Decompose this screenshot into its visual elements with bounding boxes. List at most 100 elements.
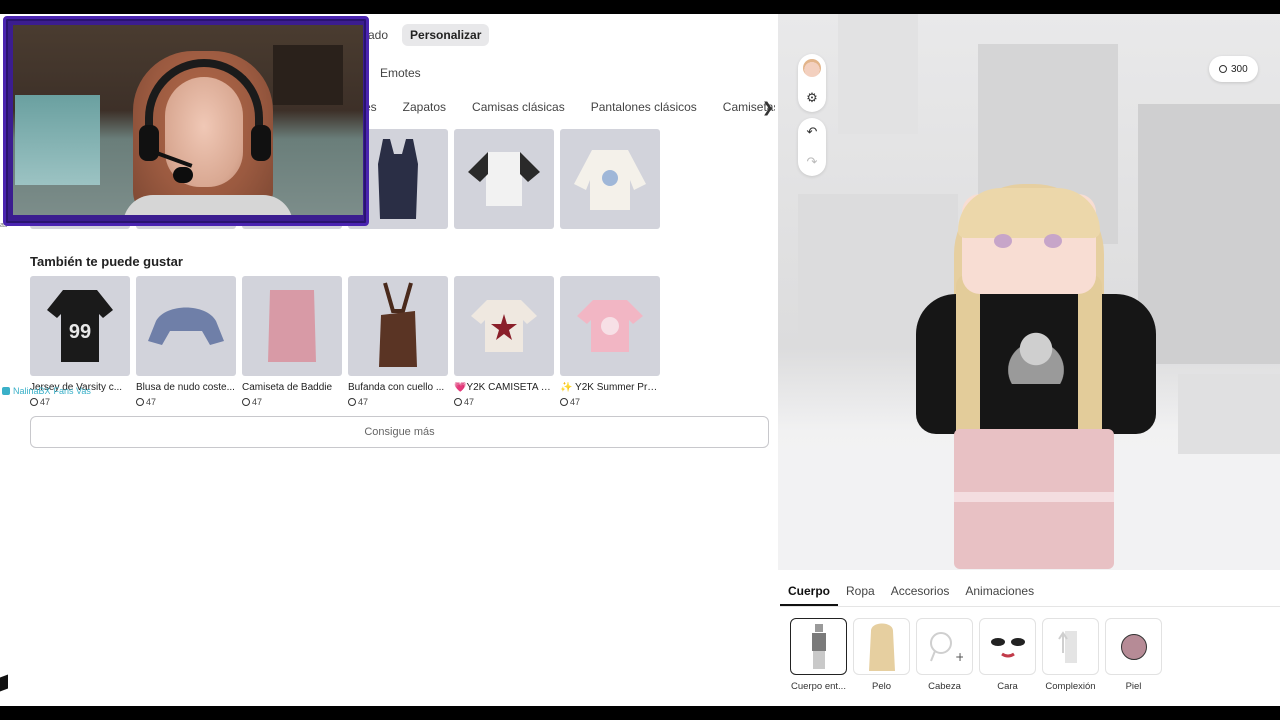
chevron-right-icon[interactable]: ❯ bbox=[762, 99, 774, 116]
item-price: 47 bbox=[30, 397, 130, 407]
hair-icon[interactable] bbox=[853, 618, 910, 675]
body-options-row: Cuerpo ent... Pelo + Cabeza Cara Complex… bbox=[790, 618, 1162, 692]
full-body-icon[interactable] bbox=[790, 618, 847, 675]
headshot-view-button[interactable] bbox=[802, 58, 822, 78]
face-icon[interactable] bbox=[979, 618, 1036, 675]
body-option-label: Complexión bbox=[1045, 681, 1096, 692]
catalog-panel: ado Personalizar s Emotes res Zapatos Ca… bbox=[0, 14, 778, 706]
robux-icon bbox=[1219, 65, 1227, 73]
settings-icon[interactable]: ⚙ bbox=[802, 88, 822, 108]
item-price: 47 bbox=[348, 397, 448, 407]
overlay-icon bbox=[2, 387, 10, 395]
avatar-figure[interactable] bbox=[896, 174, 1176, 570]
item-card: ✨ Y2K Summer Pre... 47 bbox=[560, 276, 660, 407]
body-option-head: + Cabeza bbox=[916, 618, 973, 692]
svg-text:99: 99 bbox=[69, 321, 91, 343]
item-thumbnail[interactable] bbox=[242, 276, 342, 376]
background-window bbox=[15, 95, 100, 185]
item-thumbnail[interactable] bbox=[454, 276, 554, 376]
body-option-label: Piel bbox=[1125, 681, 1142, 692]
item-card: 💗Y2K CAMISETA B... 47 bbox=[454, 276, 554, 407]
webcam-feed bbox=[13, 25, 363, 215]
view-tool-group: ⚙ bbox=[798, 54, 826, 112]
body-option-hair: Pelo bbox=[853, 618, 910, 692]
avatar-hair-lock bbox=[956, 274, 980, 444]
body-option-label: Cara bbox=[997, 681, 1018, 692]
editor-tab-bar: Cuerpo Ropa Accesorios Animaciones bbox=[780, 580, 1280, 607]
item-name[interactable]: Blusa de nudo coste... bbox=[136, 382, 236, 393]
halter-top-icon bbox=[379, 282, 417, 367]
pink-tshirt-icon bbox=[577, 300, 643, 352]
item-name[interactable]: ✨ Y2K Summer Pre... bbox=[560, 382, 660, 393]
item-price: 47 bbox=[242, 397, 342, 407]
item-thumbnail[interactable] bbox=[136, 276, 236, 376]
avatar-eye bbox=[1044, 234, 1062, 248]
body-option-label: Cuerpo ent... bbox=[791, 681, 846, 692]
tab-cuerpo[interactable]: Cuerpo bbox=[780, 580, 838, 606]
knot-blouse-icon bbox=[148, 307, 224, 345]
tab-personalizar[interactable]: Personalizar bbox=[402, 24, 490, 46]
face-thumb-icon bbox=[803, 59, 821, 77]
avatar-preview-panel: ⚙ ↶ ↷ 300 Cuerpo Ropa Accesorios Animaci… bbox=[778, 14, 1280, 706]
category-item[interactable]: Zapatos bbox=[403, 100, 446, 118]
tube-top-icon bbox=[268, 290, 316, 362]
headset-earcup bbox=[139, 125, 159, 161]
item-name[interactable]: Camiseta de Baddie bbox=[242, 382, 342, 393]
body-option-face: Cara bbox=[979, 618, 1036, 692]
item-thumbnail[interactable] bbox=[348, 276, 448, 376]
avatar-pants-stripe bbox=[954, 492, 1114, 502]
robux-icon bbox=[242, 398, 250, 406]
item-thumbnail[interactable]: 99 bbox=[30, 276, 130, 376]
item-name[interactable]: 💗Y2K CAMISETA B... bbox=[454, 382, 554, 393]
item-price: 47 bbox=[136, 397, 236, 407]
robux-balance[interactable]: 300 bbox=[1209, 56, 1258, 82]
microphone-icon bbox=[173, 167, 193, 183]
raglan-shirt-icon bbox=[468, 152, 540, 206]
sweater-icon bbox=[574, 150, 646, 210]
scene-block bbox=[1178, 374, 1280, 454]
robux-icon bbox=[348, 398, 356, 406]
skin-icon[interactable] bbox=[1105, 618, 1162, 675]
item-card: Camiseta de Baddie 47 bbox=[242, 276, 342, 407]
body-option-label: Cabeza bbox=[928, 681, 961, 692]
sub-tab-bar: s Emotes bbox=[360, 66, 421, 80]
item-thumbnail[interactable] bbox=[560, 276, 660, 376]
redo-icon[interactable]: ↷ bbox=[802, 152, 822, 172]
avatar-skull-graphic bbox=[996, 314, 1076, 384]
app-window: ado Personalizar s Emotes res Zapatos Ca… bbox=[0, 14, 1280, 706]
category-item[interactable]: Pantalones clásicos bbox=[591, 100, 697, 118]
avatar-hair-lock bbox=[1078, 274, 1102, 444]
build-icon[interactable] bbox=[1042, 618, 1099, 675]
sub-tab-emotes[interactable]: Emotes bbox=[380, 66, 421, 80]
history-tool-group: ↶ ↷ bbox=[798, 118, 826, 176]
tab-ropa[interactable]: Ropa bbox=[838, 580, 883, 606]
category-row: res Zapatos Camisas clásicas Pantalones … bbox=[360, 100, 775, 118]
body-option-label: Pelo bbox=[871, 681, 891, 692]
avatar-eye bbox=[994, 234, 1012, 248]
body-option-skin: Piel bbox=[1105, 618, 1162, 692]
body-option-build: Complexión bbox=[1042, 618, 1099, 692]
tab-animaciones[interactable]: Animaciones bbox=[957, 580, 1042, 606]
scene-block bbox=[838, 14, 918, 134]
robux-icon bbox=[560, 398, 568, 406]
body-option-full-body: Cuerpo ent... bbox=[790, 618, 847, 692]
avatar-tool-column: ⚙ ↶ ↷ bbox=[798, 54, 826, 176]
tab-accesorios[interactable]: Accesorios bbox=[883, 580, 958, 606]
avatar-bangs bbox=[958, 188, 1100, 238]
top-tab-bar: ado Personalizar bbox=[360, 24, 490, 46]
item-card bbox=[560, 129, 660, 229]
tank-top-icon bbox=[378, 139, 418, 219]
get-more-button[interactable]: Consigue más bbox=[30, 416, 769, 448]
headset-earcup bbox=[251, 125, 271, 161]
undo-icon[interactable]: ↶ bbox=[802, 122, 822, 142]
category-item[interactable]: Camisas clásicas bbox=[472, 100, 565, 118]
streamer-shoulders bbox=[123, 195, 293, 215]
roblox-logo-icon bbox=[0, 674, 8, 692]
item-card bbox=[454, 129, 554, 229]
head-icon[interactable]: + bbox=[916, 618, 973, 675]
star-tshirt-icon bbox=[471, 300, 537, 352]
section-title: También te puede gustar bbox=[30, 254, 183, 269]
item-name[interactable]: Bufanda con cuello ... bbox=[348, 382, 448, 393]
item-thumbnail[interactable] bbox=[454, 129, 554, 229]
item-thumbnail[interactable] bbox=[560, 129, 660, 229]
